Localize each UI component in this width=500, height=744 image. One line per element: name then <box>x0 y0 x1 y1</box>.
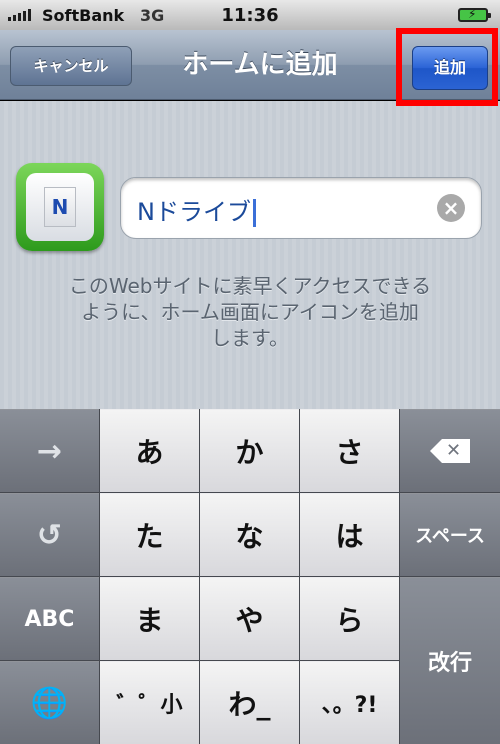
japanese-kana-keyboard: → ↺ ABC 🌐 あ か さ た な は ま や ら ゛゜小 わ_ 、。?! … <box>0 409 500 744</box>
undo-key[interactable]: ↺ <box>0 493 99 576</box>
status-bar: SoftBank 3G 11:36 ⚡ <box>0 0 500 30</box>
globe-icon: 🌐 <box>30 685 69 721</box>
space-key[interactable]: スペース <box>400 493 500 576</box>
delete-key[interactable] <box>400 409 500 492</box>
bookmark-name-value: Nドライブ <box>137 192 256 227</box>
clock: 11:36 <box>221 5 279 26</box>
add-button-highlight <box>396 28 498 106</box>
abc-key[interactable]: ABC <box>0 577 99 660</box>
kana-key-a[interactable]: あ <box>100 409 199 492</box>
app-icon: N <box>16 163 104 251</box>
next-candidate-key[interactable]: → <box>0 409 99 492</box>
kana-key-ha[interactable]: は <box>300 493 399 576</box>
kana-key-ra[interactable]: ら <box>300 577 399 660</box>
globe-key[interactable]: 🌐 <box>0 661 99 744</box>
app-icon-letter: N <box>44 187 76 227</box>
clear-text-icon[interactable]: × <box>437 194 465 222</box>
bookmark-name-input[interactable]: Nドライブ × <box>120 177 482 239</box>
dakuten-small-key[interactable]: ゛゜小 <box>100 661 199 744</box>
add-to-home-content: N Nドライブ × このWebサイトに素早くアクセスできる ように、ホーム画面に… <box>0 101 500 409</box>
kana-key-wa[interactable]: わ_ <box>200 661 299 744</box>
undo-icon: ↺ <box>36 517 63 553</box>
kana-key-ma[interactable]: ま <box>100 577 199 660</box>
text-caret <box>252 199 256 227</box>
kana-key-ya[interactable]: や <box>200 577 299 660</box>
kana-key-sa[interactable]: さ <box>300 409 399 492</box>
backspace-icon <box>430 439 470 463</box>
hint-text: このWebサイトに素早くアクセスできる ように、ホーム画面にアイコンを追加 しま… <box>68 274 432 350</box>
battery-icon: ⚡ <box>458 7 491 22</box>
punctuation-key[interactable]: 、。?! <box>300 661 399 744</box>
cancel-button[interactable]: キャンセル <box>10 46 132 86</box>
page-title: ホームに追加 <box>182 50 338 80</box>
return-key[interactable]: 改行 <box>400 577 500 744</box>
arrow-right-icon: → <box>36 433 63 469</box>
kana-key-na[interactable]: な <box>200 493 299 576</box>
kana-key-ka[interactable]: か <box>200 409 299 492</box>
kana-key-ta[interactable]: た <box>100 493 199 576</box>
